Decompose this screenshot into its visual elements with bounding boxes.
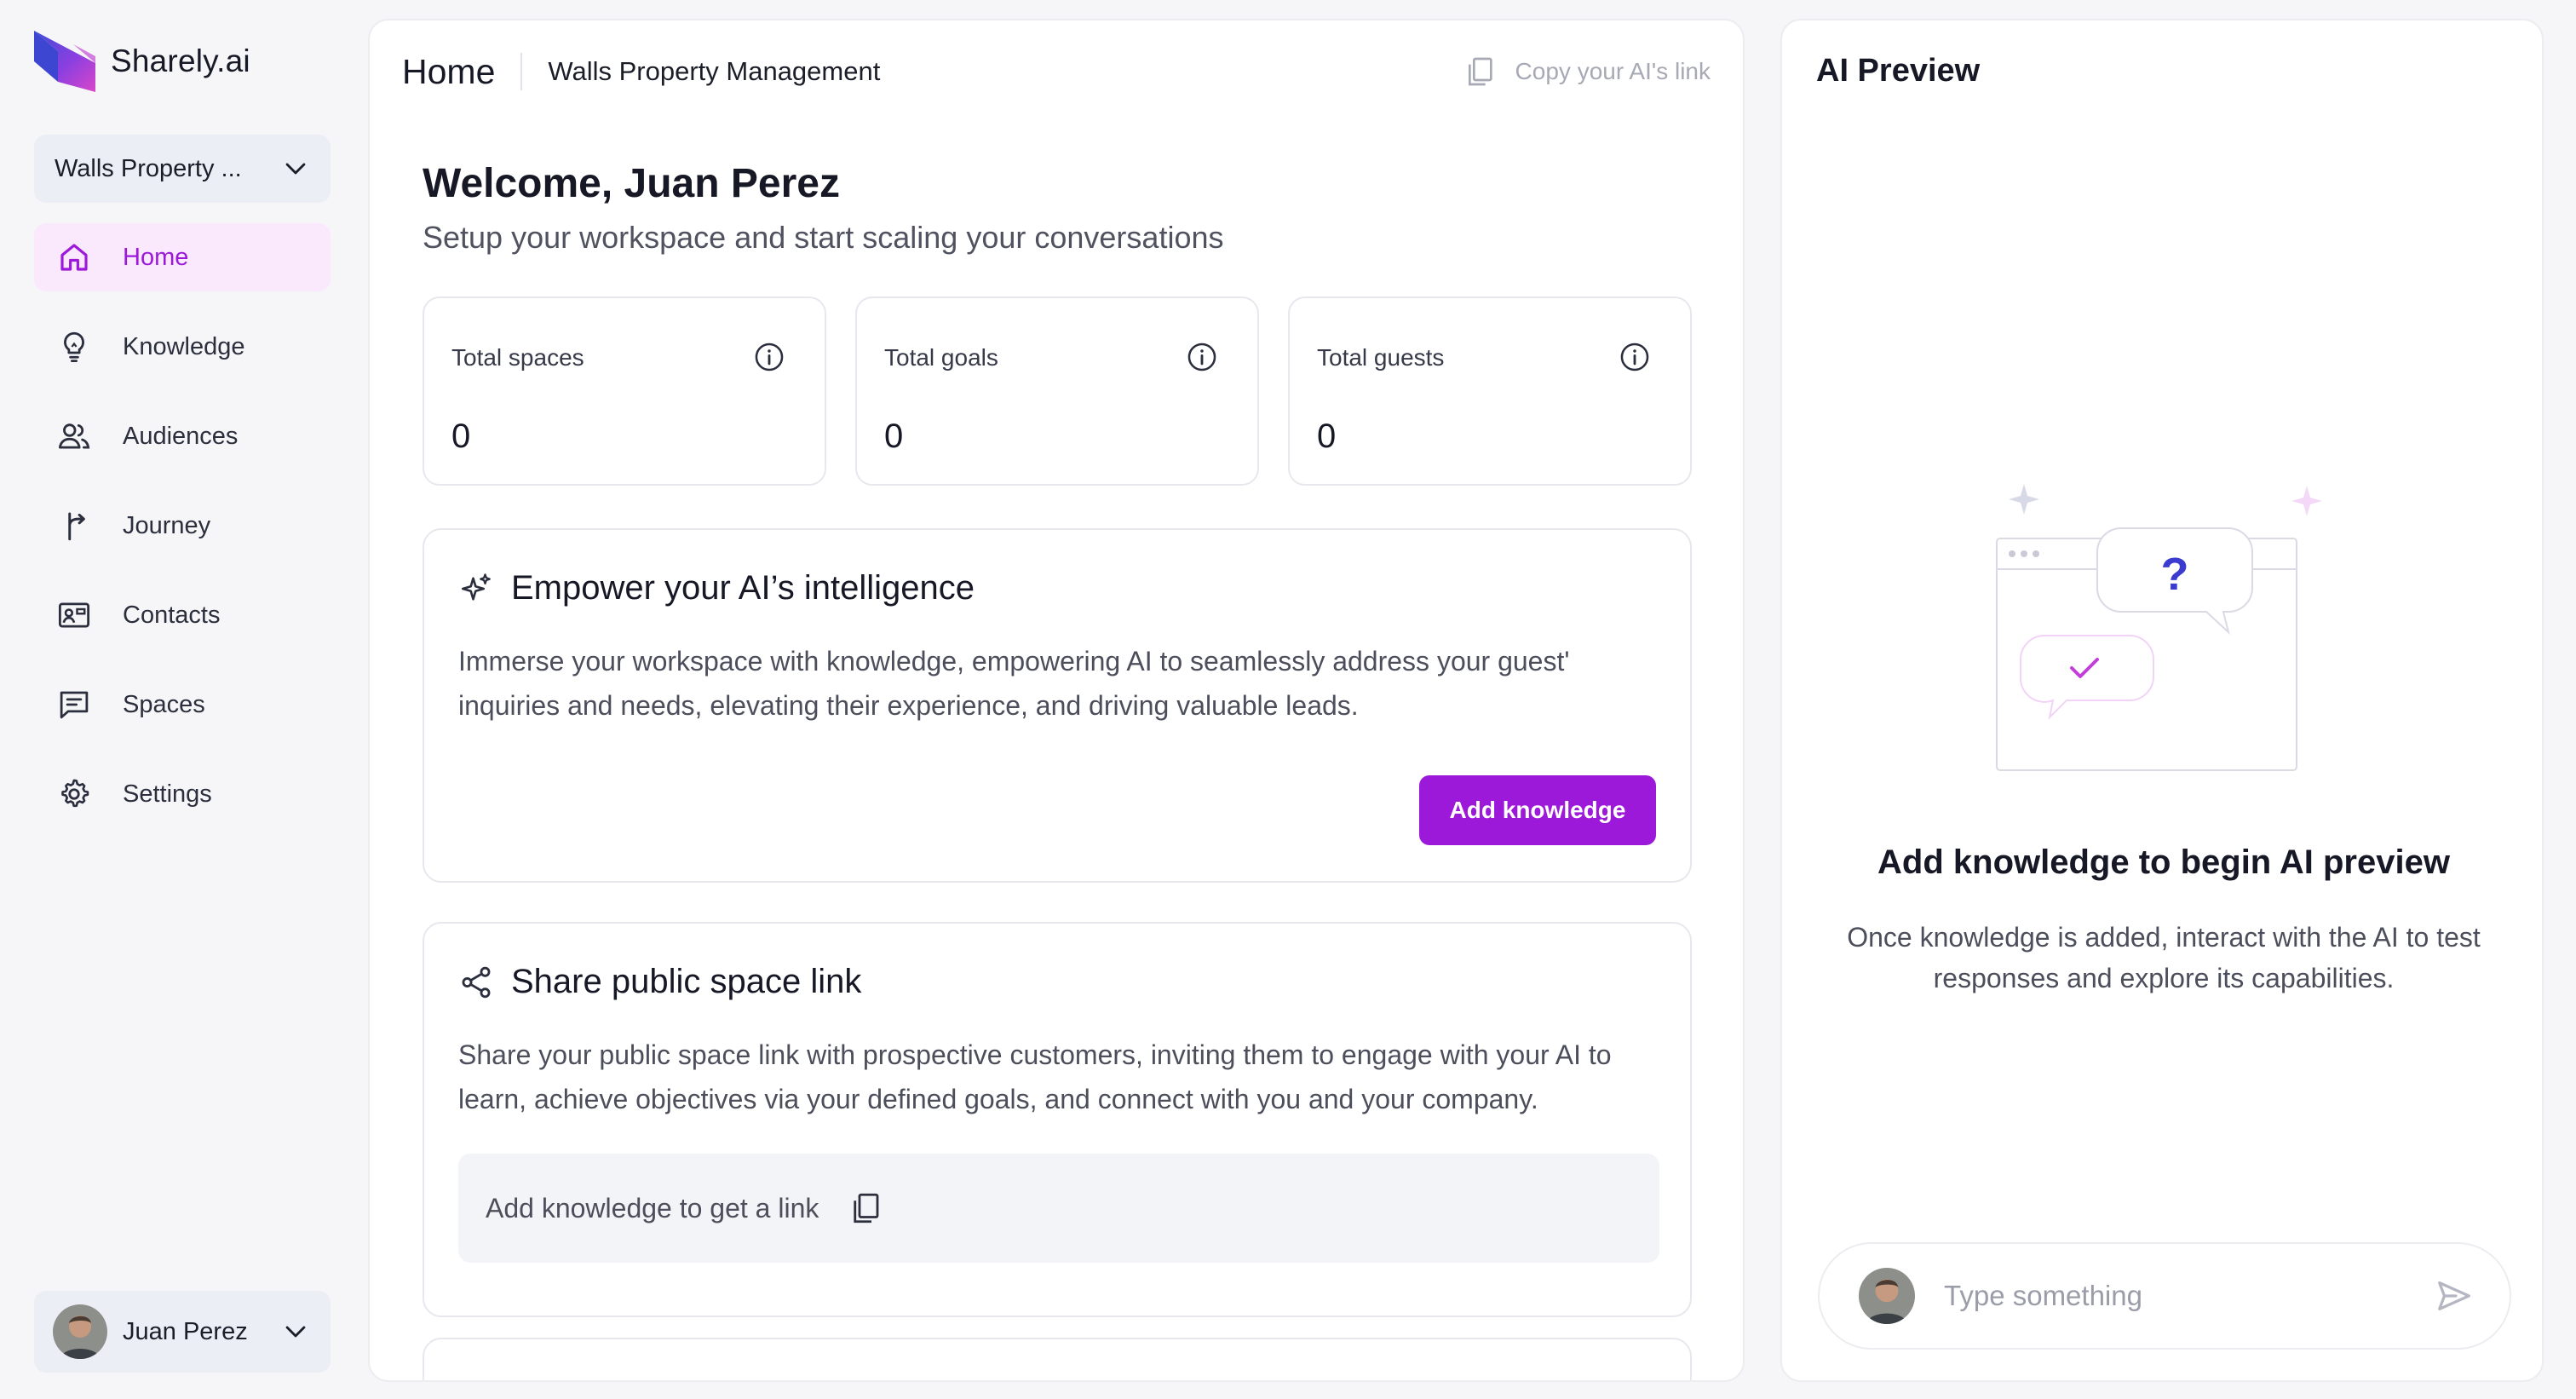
sidebar-item-journey[interactable]: Journey bbox=[34, 492, 331, 560]
stat-label: Total guests bbox=[1317, 344, 1445, 371]
sidebar-item-label: Audiences bbox=[123, 422, 239, 450]
breadcrumb-home[interactable]: Home bbox=[402, 52, 495, 92]
stat-card-spaces: Total spaces 0 bbox=[423, 296, 826, 486]
user-name: Juan Perez bbox=[123, 1317, 248, 1345]
stats-row: Total spaces 0 Total goals 0 Total guest… bbox=[423, 296, 1692, 486]
home-icon bbox=[60, 244, 88, 271]
empty-state-title: Add knowledge to begin AI preview bbox=[1877, 843, 2450, 881]
breadcrumb-workspace: Walls Property Management bbox=[548, 56, 881, 86]
sidebar-item-label: Journey bbox=[123, 511, 211, 539]
sharely-logo-icon bbox=[34, 31, 95, 92]
chat-message-input[interactable] bbox=[1944, 1280, 2435, 1312]
chat-input-bar bbox=[1818, 1242, 2511, 1350]
share-icon bbox=[462, 966, 491, 998]
knowledge-card-title: Empower your AI’s intelligence bbox=[511, 569, 975, 607]
info-icon[interactable] bbox=[1186, 341, 1218, 373]
page-subtitle: Setup your workspace and start scaling y… bbox=[423, 220, 1224, 255]
stat-value: 0 bbox=[1317, 417, 1337, 455]
stat-label: Total goals bbox=[884, 344, 998, 371]
app-name: Sharely.ai bbox=[111, 43, 250, 78]
empty-state-description: Once knowledge is added, interact with t… bbox=[1847, 922, 2481, 993]
chat-icon bbox=[60, 691, 89, 719]
users-icon bbox=[58, 423, 90, 449]
share-link-card: Share public space link Share your publi… bbox=[423, 922, 1692, 1317]
svg-text:?: ? bbox=[2161, 549, 2189, 600]
copy-ai-link-label: Copy your AI's link bbox=[1515, 58, 1711, 84]
avatar bbox=[53, 1304, 107, 1359]
main-panel: Home Walls Property Management Copy your… bbox=[368, 19, 1745, 1382]
send-icon[interactable] bbox=[2435, 1276, 2474, 1316]
chevron-down-icon bbox=[285, 1326, 306, 1338]
sidebar: Sharely.ai Walls Property ... Home Knowl… bbox=[0, 0, 358, 1399]
breadcrumb: Home Walls Property Management Copy your… bbox=[402, 46, 1711, 97]
chat-illustration-icon: ? bbox=[1996, 484, 2322, 771]
copy-ai-link-button[interactable]: Copy your AI's link bbox=[1463, 55, 1711, 89]
stat-card-guests: Total guests 0 bbox=[1288, 296, 1692, 486]
public-link-placeholder: Add knowledge to get a link bbox=[486, 1192, 819, 1223]
avatar-image bbox=[1859, 1268, 1915, 1324]
journey-icon bbox=[68, 512, 85, 541]
knowledge-card: Empower your AI’s intelligence Immerse y… bbox=[423, 528, 1692, 883]
sparkles-icon bbox=[461, 573, 491, 601]
knowledge-card-description: Immerse your workspace with knowledge, e… bbox=[458, 646, 1570, 721]
add-knowledge-button[interactable]: Add knowledge bbox=[1419, 775, 1656, 845]
contact-card-icon bbox=[58, 602, 90, 628]
next-card bbox=[423, 1338, 1692, 1380]
page-title: Welcome, Juan Perez bbox=[423, 161, 840, 206]
sidebar-item-label: Home bbox=[123, 243, 189, 271]
copy-icon[interactable] bbox=[848, 1190, 883, 1226]
info-icon[interactable] bbox=[1619, 341, 1651, 373]
stat-value: 0 bbox=[451, 417, 471, 455]
sidebar-item-home[interactable]: Home bbox=[34, 223, 331, 291]
share-link-card-description: Share your public space link with prospe… bbox=[458, 1039, 1612, 1114]
share-link-card-title: Share public space link bbox=[511, 963, 862, 1000]
ai-preview-panel: AI Preview ? Add knowledge to begin AI p… bbox=[1780, 19, 2544, 1382]
public-link-field: Add knowledge to get a link bbox=[458, 1154, 1659, 1263]
sidebar-item-settings[interactable]: Settings bbox=[34, 760, 331, 828]
stat-label: Total spaces bbox=[451, 344, 584, 371]
sidebar-item-label: Settings bbox=[123, 780, 212, 808]
sidebar-item-spaces[interactable]: Spaces bbox=[34, 671, 331, 739]
user-menu[interactable]: Juan Perez bbox=[34, 1291, 331, 1373]
stat-value: 0 bbox=[884, 417, 904, 455]
sidebar-item-contacts[interactable]: Contacts bbox=[34, 581, 331, 649]
sidebar-item-label: Spaces bbox=[123, 690, 205, 718]
copy-icon bbox=[1468, 57, 1492, 86]
avatar-image bbox=[53, 1304, 107, 1359]
chevron-down-icon bbox=[285, 163, 306, 175]
sidebar-item-knowledge[interactable]: Knowledge bbox=[34, 313, 331, 381]
gear-icon bbox=[61, 779, 89, 808]
sidebar-item-label: Knowledge bbox=[123, 332, 245, 360]
workspace-select[interactable]: Walls Property ... bbox=[34, 135, 331, 203]
workspace-select-label: Walls Property ... bbox=[55, 154, 242, 182]
info-icon[interactable] bbox=[753, 341, 785, 373]
breadcrumb-divider bbox=[520, 53, 523, 90]
sidebar-item-audiences[interactable]: Audiences bbox=[34, 402, 331, 470]
avatar bbox=[1859, 1268, 1915, 1324]
stat-card-goals: Total goals 0 bbox=[855, 296, 1259, 486]
logo[interactable]: Sharely.ai bbox=[32, 27, 250, 95]
sidebar-item-label: Contacts bbox=[123, 601, 221, 629]
lightbulb-icon bbox=[64, 331, 84, 363]
ai-preview-title: AI Preview bbox=[1816, 53, 1981, 89]
sidebar-nav: Home Knowledge Audiences Journey Contact… bbox=[34, 223, 331, 849]
